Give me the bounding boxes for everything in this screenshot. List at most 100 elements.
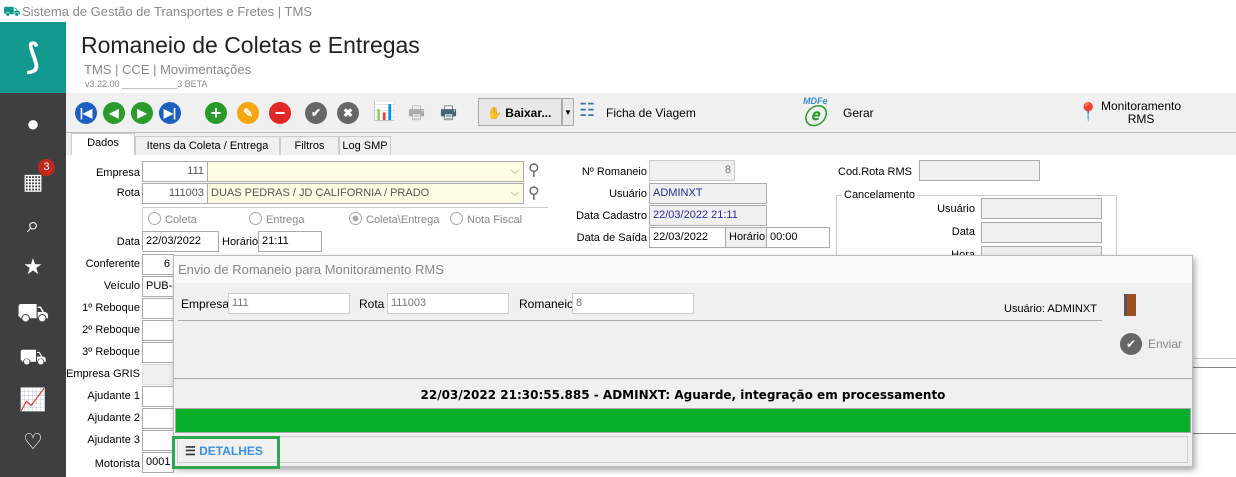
ajudante3-label: Ajudante 3 — [87, 434, 140, 446]
empresa-label: Empresa — [95, 167, 140, 179]
next-icon[interactable]: ▶ — [131, 102, 153, 124]
reboque2-input[interactable] — [142, 320, 174, 341]
gris-input[interactable] — [142, 364, 174, 385]
version: v3.22.00 ___________3 BETA — [85, 79, 208, 89]
prev-icon[interactable]: ◀ — [103, 102, 125, 124]
map-pin-icon[interactable]: 📍 — [1077, 102, 1099, 123]
print-preview-icon[interactable]: 🖶 — [408, 101, 425, 131]
dialog-title: Envio de Romaneio para Monitoramento RMS — [174, 256, 1192, 283]
progress-fill — [176, 409, 1190, 432]
tab-dados[interactable]: Dados — [71, 133, 135, 155]
tab-filtros[interactable]: Filtros — [280, 136, 339, 155]
chart-icon[interactable]: 📈 — [0, 380, 66, 420]
cancel-usuario-label: Usuário — [937, 203, 975, 215]
data-input[interactable]: 22/03/2022 — [142, 231, 219, 252]
radio-entrega[interactable]: Entrega — [249, 212, 305, 226]
ajudante2-input[interactable] — [142, 408, 174, 429]
first-icon[interactable]: |◀ — [75, 102, 97, 124]
tab-log-smp[interactable]: Log SMP — [339, 136, 391, 155]
nro-romaneio-label: Nº Romaneio — [581, 166, 647, 178]
mdfe-icon[interactable]: MDFe ⓔ — [803, 96, 828, 128]
divider — [1193, 367, 1236, 368]
horario-input[interactable]: 21:11 — [258, 231, 322, 252]
heart-icon[interactable]: ♡ — [0, 422, 66, 462]
edit-icon[interactable]: ✎ — [237, 102, 259, 124]
divider — [1193, 433, 1236, 434]
truck-icon[interactable]: ⛟ — [0, 292, 66, 332]
cod-rota-label: Cod.Rota RMS — [838, 166, 912, 178]
monitor-label-2: RMS — [1127, 112, 1155, 126]
search-icon[interactable]: ⌕ — [0, 205, 66, 245]
search-icon[interactable]: ⚲ — [528, 160, 540, 180]
list-icon[interactable]: ☷ — [579, 100, 595, 121]
cancel-data-input — [981, 222, 1102, 243]
baixar-dropdown[interactable]: ▼ — [562, 98, 574, 126]
rota-select[interactable]: DUAS PEDRAS / JD CALIFORNIA / PRADO ⌵ — [207, 183, 524, 204]
conferente-label: Conferente — [85, 258, 140, 270]
envio-romaneio-dialog: Envio de Romaneio para Monitoramento RMS… — [172, 255, 1193, 469]
logo: ⟆ — [0, 22, 66, 93]
exit-door-icon[interactable] — [1124, 294, 1136, 316]
rota-code-input[interactable]: 111003 — [142, 183, 208, 204]
last-icon[interactable]: ▶| — [159, 102, 181, 124]
window-title: ⛟ Sistema de Gestão de Transportes e Fret… — [0, 0, 1236, 22]
conferente-input[interactable]: 6 — [142, 254, 174, 275]
toolbar: |◀ ◀ ▶ ▶| + ✎ − ✔ ✖ 📊 🖶 🖶 ✋ Baixar... ▼ … — [66, 93, 1236, 133]
empresa-select[interactable]: ⌵ — [207, 161, 524, 182]
radio-nota-fiscal[interactable]: Nota Fiscal — [450, 212, 522, 226]
cancel-icon[interactable]: ✖ — [337, 102, 359, 124]
rota-label: Rota — [116, 187, 140, 199]
ajudante2-label: Ajudante 2 — [87, 412, 140, 424]
dlg-rota-input: 111003 — [387, 293, 509, 314]
data-saida-input[interactable]: 22/03/2022 — [649, 227, 726, 248]
dlg-rota-label: Rota — [359, 297, 385, 311]
tab-itens[interactable]: Itens da Coleta / Entrega — [135, 136, 280, 155]
apps-icon[interactable]: ▦ 3 — [0, 159, 66, 202]
enviar-check-icon[interactable]: ✔ — [1120, 333, 1142, 355]
cod-rota-input[interactable] — [919, 160, 1040, 181]
motorista-input[interactable]: 0001 — [142, 452, 174, 473]
motorista-label: Motorista — [94, 458, 140, 470]
status-message: 22/03/2022 21:30:55.885 - ADMINXT: Aguar… — [420, 388, 946, 402]
small-truck-icon[interactable]: ⛟ — [0, 337, 66, 377]
gerar-button[interactable]: Gerar — [843, 106, 874, 120]
window-title-text: Sistema de Gestão de Transportes e Frete… — [22, 4, 312, 19]
ajudante1-input[interactable] — [142, 386, 174, 407]
empresa-code-input[interactable]: 111 — [142, 161, 208, 182]
download-icon: ✋ — [487, 106, 502, 120]
radio-coleta[interactable]: Coleta — [148, 212, 197, 226]
ajudante3-input[interactable] — [142, 430, 174, 451]
saida-horario-label: Horário — [725, 227, 767, 248]
sidebar: ⟆ ● ▦ 3 ⌕ ★ ⛟ ⛟ 📈 ♡ — [0, 22, 66, 477]
saida-horario-input[interactable]: 00:00 — [766, 227, 830, 248]
reboque3-input[interactable] — [142, 342, 174, 363]
veiculo-input[interactable]: PUB-3 — [142, 276, 174, 297]
enviar-button[interactable]: Enviar — [1148, 337, 1182, 351]
detalhes-label: DETALHES — [199, 444, 263, 458]
baixar-button[interactable]: ✋ Baixar... — [478, 98, 562, 126]
reboque1-input[interactable] — [142, 298, 174, 319]
rota-name: DUAS PEDRAS / JD CALIFORNIA / PRADO — [211, 187, 430, 199]
page-title: Romaneio de Coletas e Entregas — [81, 32, 420, 58]
star-icon[interactable]: ★ — [0, 247, 66, 287]
divider — [178, 320, 1102, 321]
monitoramento-rms-button[interactable]: Monitoramento RMS — [1101, 100, 1181, 126]
print-icon[interactable]: 🖶 — [440, 101, 457, 131]
radio-coleta-entrega[interactable]: Coleta\Entrega — [349, 212, 439, 226]
report-config-icon[interactable]: 📊 — [373, 101, 395, 122]
cancelamento-label: Cancelamento — [842, 189, 917, 201]
ficha-viagem-button[interactable]: Ficha de Viagem — [606, 106, 696, 120]
user-icon[interactable]: ● — [0, 104, 66, 144]
ajudante1-label: Ajudante 1 — [87, 390, 140, 402]
data-label: Data — [116, 236, 140, 248]
add-icon[interactable]: + — [205, 102, 227, 124]
delete-icon[interactable]: − — [269, 102, 291, 124]
search-icon[interactable]: ⚲ — [528, 183, 540, 203]
reboque3-label: 3º Reboque — [82, 346, 140, 358]
confirm-icon[interactable]: ✔ — [305, 102, 327, 124]
notification-badge: 3 — [38, 159, 55, 176]
tipo-radio-group: Coleta Entrega Coleta\Entrega Nota Fisca… — [142, 207, 548, 231]
app-icon: ⛟ — [3, 3, 21, 19]
detalhes-button[interactable]: ☰ DETALHES — [172, 436, 280, 469]
veiculo-label: Veículo — [103, 280, 140, 292]
